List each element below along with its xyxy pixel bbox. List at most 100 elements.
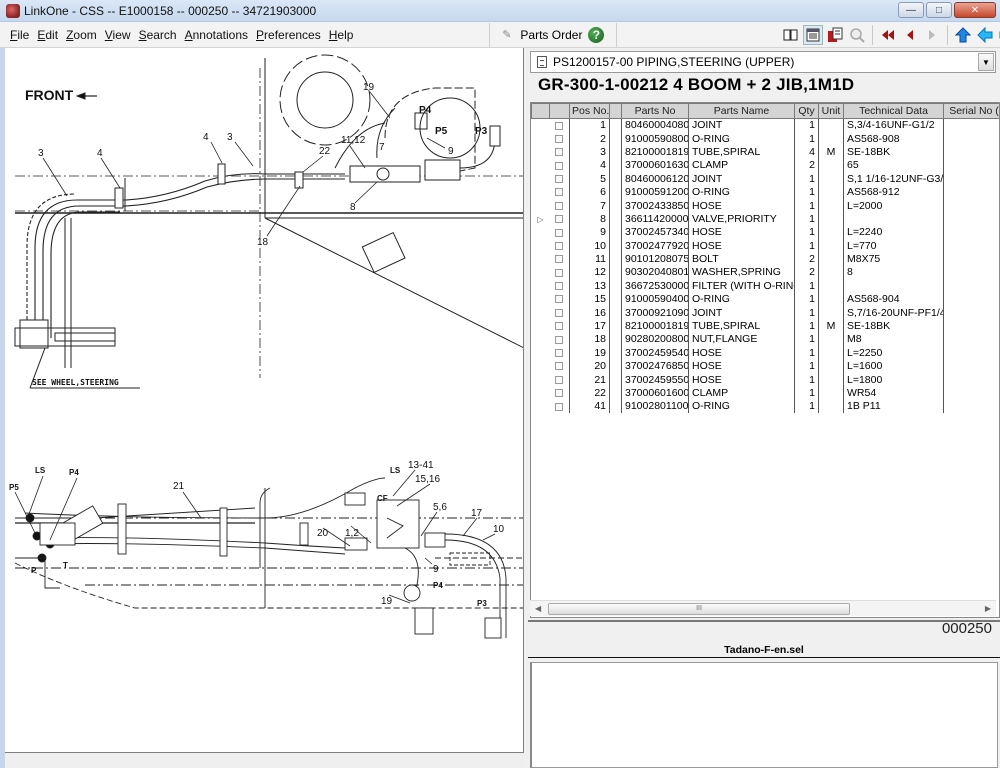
previous-page-icon[interactable] (900, 25, 920, 45)
table-row[interactable]: 1 80460004080 JOINT 1 S,3/4-16UNF-G1/2 (532, 118, 999, 132)
select-checkbox[interactable] (555, 161, 564, 170)
page-selector[interactable]: PS1200157-00 PIPING,STEERING (UPPER) ▼ (530, 51, 996, 73)
callout: 13-41 (408, 460, 434, 471)
table-row[interactable]: 2 91000590800 O-RING 1 AS568-908 (532, 131, 999, 146)
column-header[interactable] (609, 103, 622, 119)
front-label: FRONT (25, 87, 74, 103)
panel-divider[interactable] (528, 620, 1000, 622)
menu-search[interactable]: Search (135, 28, 181, 42)
menu-edit[interactable]: Edit (33, 28, 62, 42)
callout: P4 (69, 468, 79, 477)
back-arrow-icon[interactable] (975, 25, 995, 45)
dropdown-chevron-icon[interactable]: ▼ (978, 53, 994, 71)
table-row[interactable]: 4 37000601630 CLAMP 2 65 (532, 158, 999, 173)
select-checkbox[interactable] (555, 295, 564, 304)
cell (550, 346, 570, 359)
scroll-left-icon[interactable]: ◀ (535, 604, 541, 613)
parts-list-icon[interactable] (803, 25, 823, 45)
select-checkbox[interactable] (555, 201, 564, 210)
selection-list[interactable] (530, 662, 998, 768)
parts-drawing[interactable]: FRONT SEE WHEEL,STEERING 3 4 4 3 22 18 1… (5, 48, 524, 753)
select-checkbox[interactable] (555, 362, 564, 371)
select-checkbox[interactable] (555, 174, 564, 183)
horizontal-scrollbar[interactable]: ◀ III ▶ (530, 600, 996, 616)
menu-preferences[interactable]: Preferences (252, 28, 325, 42)
menu-accelerator: A (184, 27, 193, 42)
select-checkbox[interactable] (555, 335, 564, 344)
table-row[interactable]: 15 91000590400 O-RING 1 AS568-904 (532, 292, 999, 306)
up-arrow-icon[interactable] (953, 25, 973, 45)
callout: 10 (493, 524, 505, 535)
table-row[interactable]: 13 36672530000 FILTER (WITH O-RING) 1 (532, 279, 999, 293)
select-checkbox[interactable] (555, 188, 564, 197)
column-header[interactable]: Technical Data (843, 103, 944, 119)
select-checkbox[interactable] (555, 349, 564, 358)
parts-no-cell: 37002433850 (621, 198, 689, 213)
column-header[interactable]: Parts No (621, 103, 689, 119)
table-row[interactable]: 21 37002459550 HOSE 1 L=1800 (532, 372, 999, 387)
table-row[interactable]: 18 90280200800 NUT,FLANGE 1 M8 (532, 332, 999, 347)
column-header[interactable]: Unit (818, 103, 844, 119)
table-row[interactable]: 10 37002477920 HOSE 1 L=770 (532, 239, 999, 253)
pos-no-cell: 10 (569, 239, 610, 253)
table-row[interactable]: 19 37002459540 HOSE 1 L=2250 (532, 346, 999, 360)
select-checkbox[interactable] (555, 268, 564, 277)
select-checkbox[interactable] (555, 134, 564, 143)
select-checkbox[interactable] (555, 241, 564, 250)
select-checkbox[interactable] (555, 389, 564, 398)
menu-file[interactable]: File (6, 28, 33, 42)
select-checkbox[interactable] (555, 375, 564, 384)
table-row[interactable]: 5 80460006120 JOINT 1 S,1 1/16-12UNF-G3/4 (532, 172, 999, 186)
column-header[interactable] (531, 103, 550, 119)
column-header[interactable] (549, 103, 570, 119)
select-checkbox[interactable] (555, 282, 564, 291)
menu-label: dit (45, 27, 59, 42)
select-checkbox[interactable] (555, 215, 564, 224)
menu-help[interactable]: Help (325, 28, 358, 42)
parts-no-cell: 37002477920 (621, 239, 689, 253)
parts-order-button[interactable]: ✎ Parts Order ? (496, 26, 610, 43)
select-checkbox[interactable] (555, 228, 564, 237)
table-row[interactable]: 20 37002476850 HOSE 1 L=1600 (532, 359, 999, 373)
table-row[interactable]: ▷ 8 36611420000 VALVE,PRIORITY 1 (532, 212, 999, 226)
column-header[interactable]: Pos No. (569, 103, 610, 119)
select-checkbox[interactable] (555, 121, 564, 130)
select-checkbox[interactable] (555, 308, 564, 317)
menu-view[interactable]: View (101, 28, 135, 42)
first-page-icon[interactable] (878, 25, 898, 45)
minimize-button[interactable]: — (898, 2, 924, 18)
copy-pages-icon[interactable] (825, 25, 845, 45)
menu-annotations[interactable]: Annotations (181, 28, 252, 42)
select-checkbox[interactable] (555, 148, 564, 157)
table-row[interactable]: 16 37000921090 JOINT 1 S,7/16-20UNF-PF1/4 (532, 305, 999, 320)
close-button[interactable]: ✕ (954, 2, 996, 18)
select-checkbox[interactable] (555, 322, 564, 331)
cell (532, 279, 550, 292)
table-row[interactable]: 22 37000601600 CLAMP 1 WR54 (532, 386, 999, 400)
book-icon[interactable] (781, 25, 801, 45)
select-checkbox[interactable] (555, 255, 564, 264)
serial-no-cell (943, 305, 999, 320)
table-row[interactable]: 41 91002801100 O-RING 1 1B P11 (532, 399, 999, 414)
help-icon[interactable]: ? (588, 26, 605, 43)
table-row[interactable]: 17 82100001819 TUBE,SPIRAL 1 M SE-18BK (532, 319, 999, 333)
column-header[interactable]: Qty (794, 103, 819, 119)
unit-cell (818, 359, 844, 373)
scrollbar-thumb[interactable]: III (548, 603, 850, 615)
scroll-right-icon[interactable]: ▶ (985, 604, 991, 613)
select-checkbox[interactable] (555, 402, 564, 411)
table-row[interactable]: 11 90101208075 BOLT 2 M8X75 (532, 252, 999, 266)
table-row[interactable]: 3 82100001819 TUBE,SPIRAL 4 M SE-18BK (532, 145, 999, 159)
column-header[interactable]: Serial No (S (943, 103, 999, 119)
table-row[interactable]: 7 37002433850 HOSE 1 L=2000 (532, 198, 999, 213)
table-row[interactable]: 9 37002457340 HOSE 1 L=2240 (532, 225, 999, 240)
technical-data-cell: L=2240 (843, 225, 944, 240)
menu-zoom[interactable]: Zoom (62, 28, 101, 42)
parts-no-cell: 90280200800 (621, 332, 689, 347)
table-row[interactable]: 12 90302040801 WASHER,SPRING 2 8 (532, 265, 999, 280)
maximize-button[interactable]: □ (926, 2, 952, 18)
spacer-cell (609, 292, 622, 306)
column-header[interactable]: Parts Name (688, 103, 795, 119)
unit-cell (818, 252, 844, 266)
table-row[interactable]: 6 91000591200 O-RING 1 AS568-912 (532, 185, 999, 199)
